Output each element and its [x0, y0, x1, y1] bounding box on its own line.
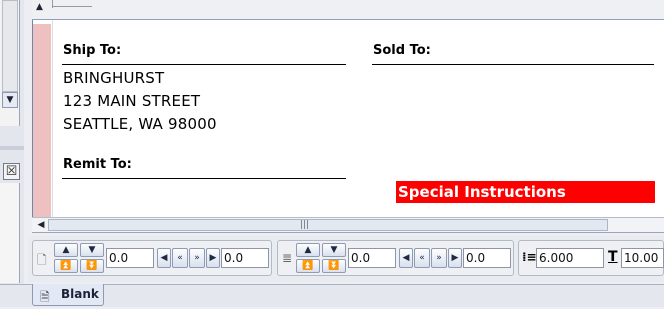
page-margin-strip	[33, 24, 51, 218]
ship-to-rule	[62, 64, 346, 65]
document-icon: 🗋	[37, 253, 47, 267]
move-left-button[interactable]: ◀	[157, 248, 171, 268]
move-top-button[interactable]: ⏫	[54, 259, 78, 273]
special-instructions-field[interactable]: Special Instructions	[396, 181, 655, 203]
text-size-icon: T	[608, 249, 618, 265]
move-far-left-button[interactable]: «	[172, 248, 188, 268]
remit-to-rule	[62, 178, 346, 179]
scrollbar-grip-icon: |||	[300, 220, 310, 230]
ruler-line	[52, 6, 92, 7]
move-bottom-button[interactable]: ⏬	[80, 259, 104, 273]
ship-to-line-3: SEATTLE, WA 98000	[63, 115, 217, 133]
move-far-right-button[interactable]: »	[189, 248, 205, 268]
align-down-button[interactable]: ▼	[322, 243, 346, 257]
vertical-position-field[interactable]: 0.0	[106, 248, 154, 268]
line-spacing-field[interactable]: 6.000	[536, 248, 604, 268]
scrollbar-thumb[interactable]	[48, 219, 608, 231]
align-icon: ≣	[282, 251, 293, 265]
align-up-button[interactable]: ▲	[296, 243, 320, 257]
margin-guide	[52, 20, 53, 218]
sold-to-rule	[372, 64, 654, 65]
align-far-left-button[interactable]: «	[414, 248, 430, 268]
left-lower-panel	[0, 183, 20, 283]
align-far-right-button[interactable]: »	[431, 248, 447, 268]
scroll-left-icon[interactable]: ◀	[34, 218, 48, 232]
scroll-down-button[interactable]: ▼	[2, 92, 18, 108]
alignment-vertical-field[interactable]: 0.0	[348, 248, 396, 268]
ship-to-label: Ship To:	[63, 43, 122, 58]
close-icon[interactable]: ☒	[3, 163, 20, 180]
align-top-button[interactable]: ⏫	[296, 259, 320, 273]
ship-to-line-1: BRINGHURST	[63, 69, 165, 87]
line-spacing-icon: ⁞≡	[522, 250, 537, 264]
align-left-button[interactable]: ◀	[399, 248, 413, 268]
text-size-field[interactable]: 10.00	[621, 248, 664, 268]
left-scrollbar-track[interactable]	[2, 0, 18, 92]
page-icon: 🗎	[40, 290, 50, 304]
align-right-button[interactable]: ▶	[448, 248, 462, 268]
move-down-button[interactable]: ▼	[80, 243, 104, 257]
panel-divider[interactable]	[0, 146, 24, 150]
sold-to-label: Sold To:	[373, 43, 431, 58]
move-up-button[interactable]: ▲	[54, 243, 78, 257]
move-right-button[interactable]: ▶	[206, 248, 220, 268]
align-bottom-button[interactable]: ⏬	[322, 259, 346, 273]
remit-to-label: Remit To:	[63, 157, 132, 172]
alignment-horizontal-field[interactable]: 0.0	[463, 248, 511, 268]
ruler-scroll-up-icon[interactable]: ▲	[36, 2, 46, 16]
horizontal-position-field[interactable]: 0.0	[221, 248, 269, 268]
ship-to-line-2: 123 MAIN STREET	[63, 92, 201, 110]
